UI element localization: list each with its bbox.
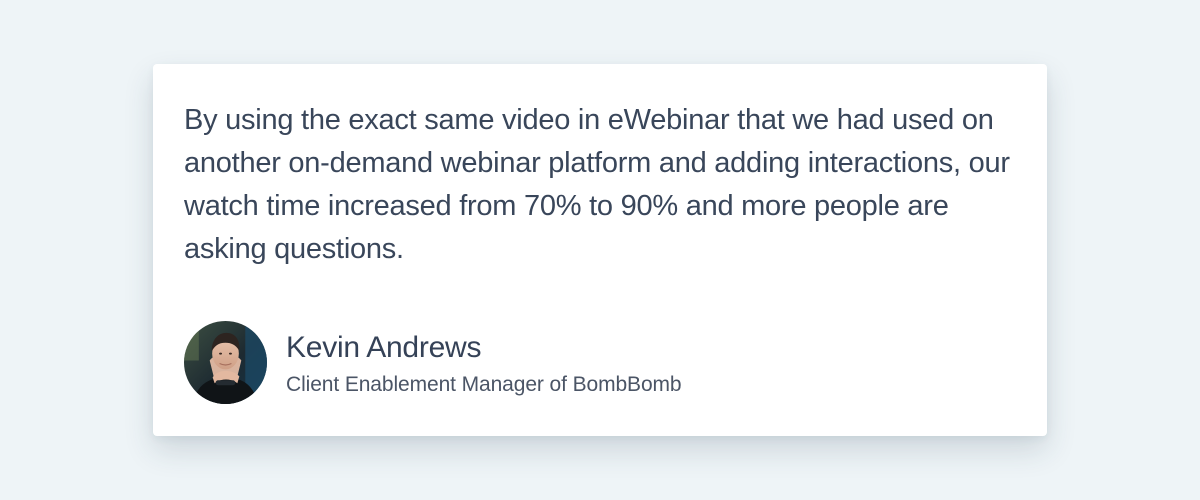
author-name: Kevin Andrews [286,330,482,364]
author-avatar [184,321,267,404]
testimonial-quote: By using the exact same video in eWebina… [184,104,1010,265]
person-photo-icon [184,321,267,404]
author-block: Kevin Andrews Client Enablement Manager … [184,321,682,404]
author-meta: Kevin Andrews Client Enablement Manager … [286,328,682,398]
page-background: By using the exact same video in eWebina… [0,0,1200,500]
testimonial-card: By using the exact same video in eWebina… [153,64,1047,436]
author-role: Client Enablement Manager of BombBomb [286,372,682,396]
